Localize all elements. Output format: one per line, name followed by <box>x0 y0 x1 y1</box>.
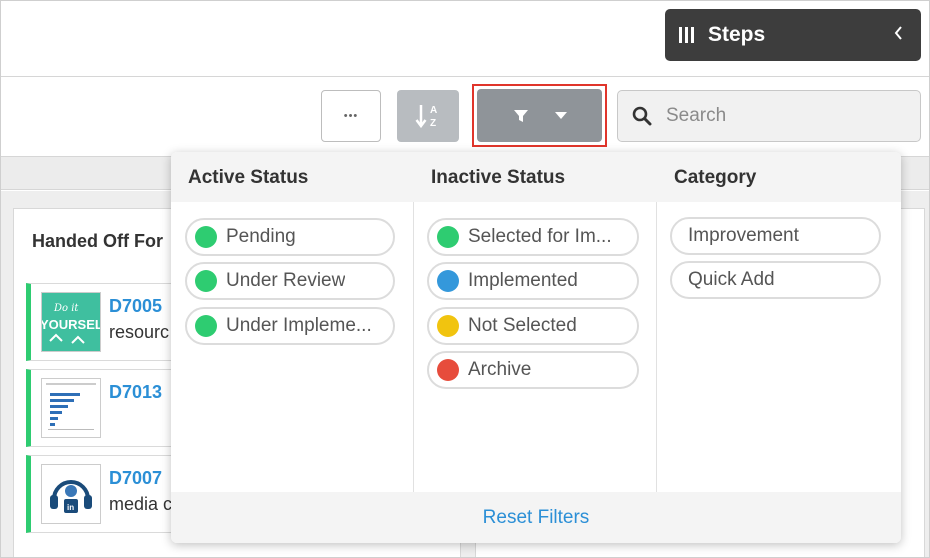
active-status-title: Active Status <box>188 167 309 188</box>
active-status-column: Pending Under Review Under Impleme... <box>171 202 414 492</box>
card-code[interactable]: D7013 <box>109 382 162 403</box>
filter-pill-pending[interactable]: Pending <box>185 218 395 256</box>
sort-az-button[interactable]: A Z <box>397 90 459 142</box>
filter-dropdown: Active Status Inactive Status Category P… <box>171 152 901 543</box>
filter-pill-implemented[interactable]: Implemented <box>427 262 639 300</box>
caret-down-icon <box>554 111 567 119</box>
filter-dropdown-header: Active Status Inactive Status Category <box>171 152 901 202</box>
status-dot <box>437 315 459 337</box>
chevron-left-icon[interactable] <box>893 24 903 47</box>
steps-label: Steps <box>708 23 766 46</box>
more-options-button[interactable]: ••• <box>321 90 381 142</box>
search-icon <box>632 106 652 126</box>
filter-pill-quick-add[interactable]: Quick Add <box>670 261 881 299</box>
column-title: Handed Off For <box>32 231 163 251</box>
status-dot <box>195 226 217 248</box>
filter-pill-under-review[interactable]: Under Review <box>185 262 395 300</box>
filter-pill-improvement[interactable]: Improvement <box>670 217 881 255</box>
inactive-status-title: Inactive Status <box>431 167 566 188</box>
svg-text:in: in <box>67 503 74 512</box>
filter-pill-label: Selected for Im... <box>468 226 612 247</box>
steps-button[interactable]: Steps <box>665 9 921 61</box>
filter-pill-selected-for-implementation[interactable]: Selected for Im... <box>427 218 639 256</box>
search-box[interactable] <box>617 90 921 142</box>
svg-text:A: A <box>430 105 437 116</box>
columns-icon <box>679 27 694 43</box>
filter-pill-label: Under Review <box>226 270 346 291</box>
status-dot <box>195 270 217 292</box>
card-thumbnail <box>41 378 101 438</box>
filter-icon <box>513 109 528 122</box>
filter-pill-label: Implemented <box>468 270 578 291</box>
svg-text:YOURSELF: YOURSELF <box>42 317 100 332</box>
filter-pill-under-implementation[interactable]: Under Impleme... <box>185 307 395 345</box>
filter-pill-label: Not Selected <box>468 315 577 336</box>
card-thumbnail: in <box>41 464 101 524</box>
card-description: resourc <box>109 322 170 342</box>
top-bar: Steps <box>1 1 929 77</box>
status-dot <box>437 226 459 248</box>
category-title: Category <box>674 167 757 188</box>
status-dot <box>437 359 459 381</box>
card-code[interactable]: D7005 <box>109 296 162 317</box>
more-options-label: ••• <box>343 109 359 122</box>
filter-pill-label: Archive <box>468 359 532 380</box>
search-input[interactable] <box>666 105 906 127</box>
card-description: media c <box>109 494 173 514</box>
reset-filters-link[interactable]: Reset Filters <box>483 507 590 529</box>
filter-button[interactable] <box>477 89 602 142</box>
card-thumbnail: Do it YOURSELF <box>41 292 101 352</box>
svg-text:Do it: Do it <box>53 303 79 314</box>
status-dot <box>437 270 459 292</box>
card-code[interactable]: D7007 <box>109 468 162 489</box>
filter-pill-label: Under Impleme... <box>226 315 372 336</box>
category-column: Improvement Quick Add <box>657 202 901 492</box>
filter-pill-archive[interactable]: Archive <box>427 351 639 389</box>
filter-pill-label: Quick Add <box>688 269 775 290</box>
inactive-status-column: Selected for Im... Implemented Not Selec… <box>414 202 657 492</box>
filter-pill-not-selected[interactable]: Not Selected <box>427 307 639 345</box>
app-frame: Steps ••• A Z Search Handed Off For Do i… <box>0 0 930 558</box>
filter-pill-label: Improvement <box>688 225 799 246</box>
filter-dropdown-footer: Reset Filters <box>171 492 901 543</box>
filter-pill-label: Pending <box>226 226 296 247</box>
status-dot <box>195 315 217 337</box>
sort-az-icon: A Z <box>415 105 437 129</box>
svg-text:Z: Z <box>430 118 436 129</box>
toolbar: ••• A Z <box>1 78 929 156</box>
